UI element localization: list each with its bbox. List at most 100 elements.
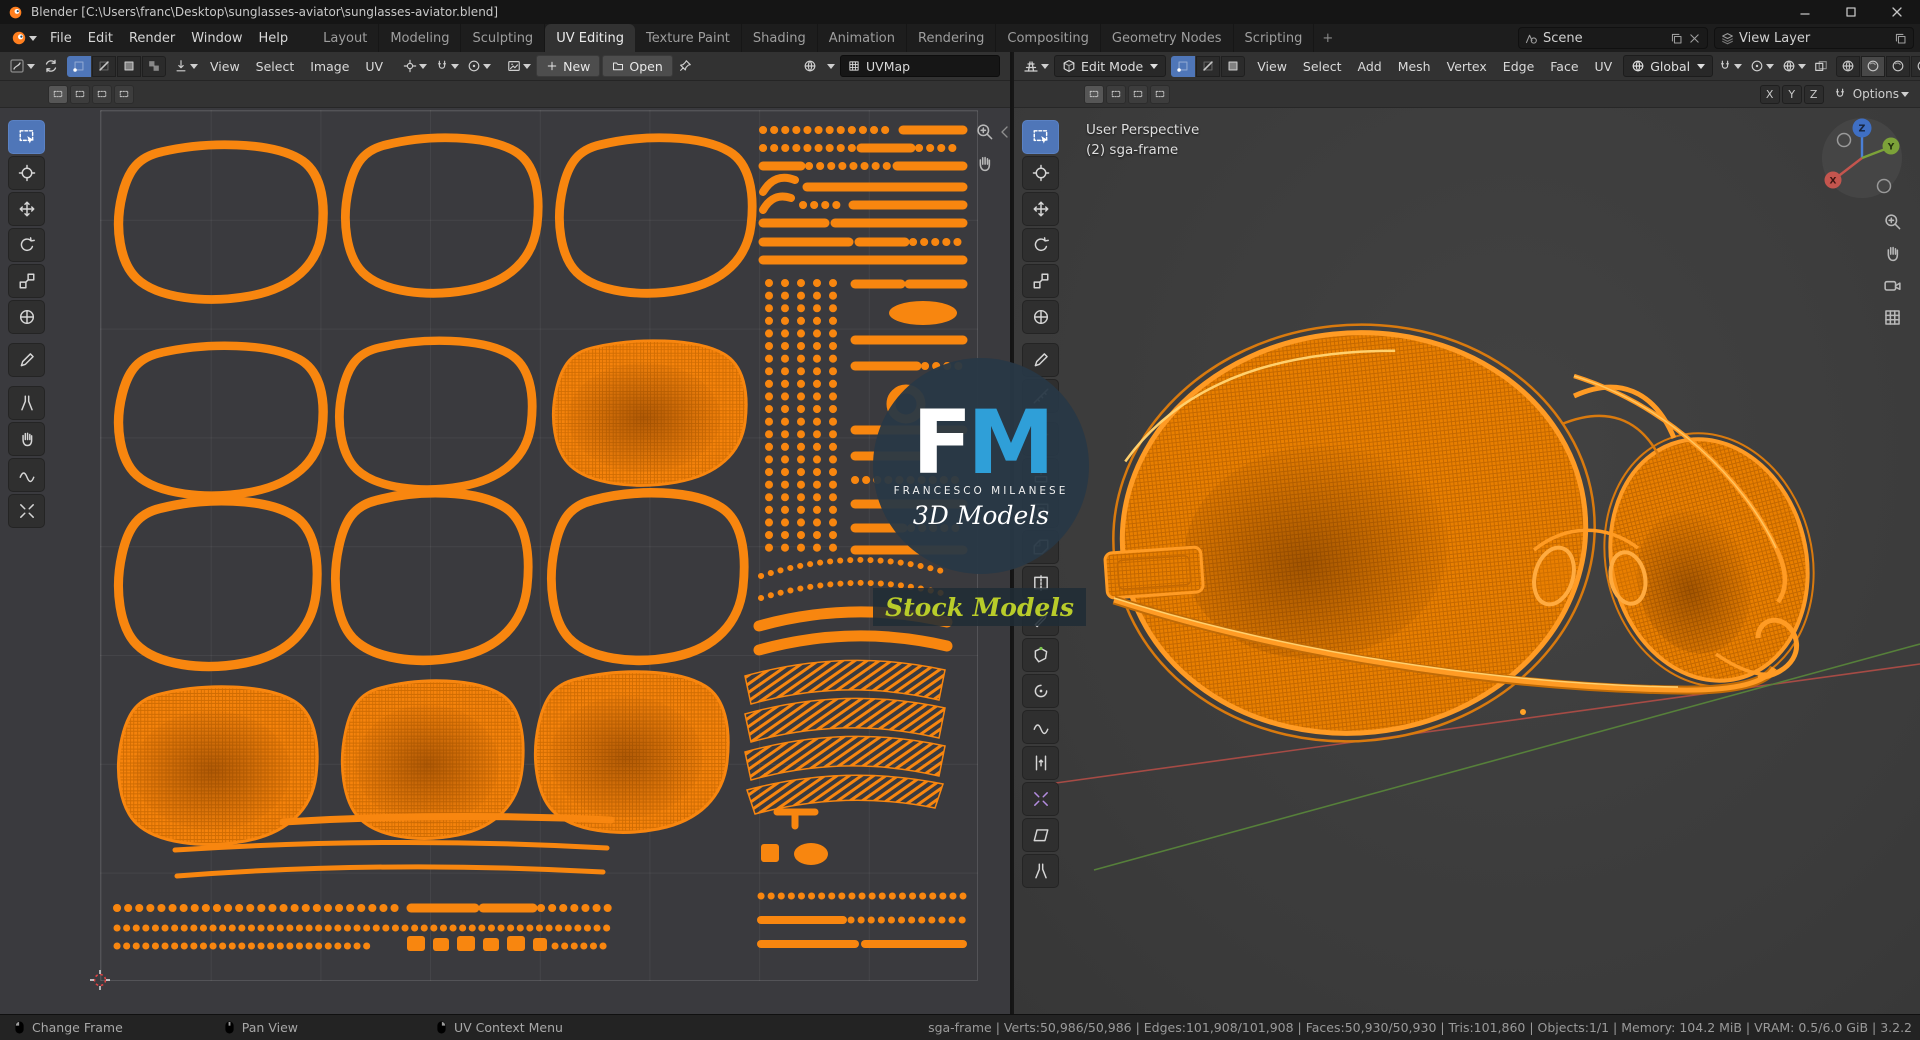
tool-smooth[interactable] — [1022, 710, 1059, 744]
ortho-grid-icon[interactable] — [1883, 308, 1902, 327]
select-mode-extend-button[interactable] — [1106, 84, 1126, 104]
vp-menu-edge[interactable]: Edge — [1496, 55, 1541, 78]
app-menu-button[interactable] — [6, 28, 42, 48]
copy-icon[interactable] — [1894, 32, 1907, 45]
camera-view-icon[interactable] — [1883, 276, 1902, 295]
xray-toggle[interactable] — [1811, 55, 1831, 77]
viewport-canvas[interactable]: User Perspective (2) sga-frame Z X Y — [1014, 108, 1920, 1014]
shading-wireframe[interactable] — [1836, 55, 1861, 77]
uv-select-mode-face[interactable] — [117, 55, 141, 77]
menu-help[interactable]: Help — [251, 26, 297, 51]
tool-move[interactable] — [1022, 192, 1059, 226]
select-mode-extend-button[interactable] — [70, 84, 90, 104]
mirror-z-toggle[interactable]: Z — [1803, 84, 1824, 104]
vp-menu-face[interactable]: Face — [1543, 55, 1585, 78]
tab-rendering[interactable]: Rendering — [907, 24, 997, 52]
zoom-icon[interactable] — [975, 122, 994, 141]
vp-menu-uv[interactable]: UV — [1588, 55, 1620, 78]
snap-toggle[interactable] — [432, 55, 462, 77]
tool-measure[interactable] — [1022, 379, 1059, 413]
add-workspace-button[interactable]: + — [1314, 24, 1341, 52]
tab-texture-paint[interactable]: Texture Paint — [635, 24, 742, 52]
tab-modeling[interactable]: Modeling — [379, 24, 462, 52]
snap-toggle[interactable] — [1715, 55, 1745, 77]
new-image-button[interactable]: New — [536, 55, 601, 77]
vp-menu-vertex[interactable]: Vertex — [1440, 55, 1494, 78]
tab-scripting[interactable]: Scripting — [1234, 24, 1315, 52]
tab-geometry-nodes[interactable]: Geometry Nodes — [1101, 24, 1234, 52]
select-mode-edge[interactable] — [1196, 55, 1221, 77]
tool-transform[interactable] — [8, 300, 45, 334]
tool-rotate[interactable] — [8, 228, 45, 262]
tool-shrink-fatten[interactable] — [1022, 782, 1059, 816]
tool-rip-region[interactable] — [1022, 854, 1059, 888]
close-button[interactable] — [1874, 0, 1920, 24]
shading-material[interactable] — [1886, 55, 1911, 77]
tab-compositing[interactable]: Compositing — [996, 24, 1101, 52]
tool-scale[interactable] — [8, 264, 45, 298]
tab-uv-editing[interactable]: UV Editing — [545, 24, 636, 52]
uv-menu-uv[interactable]: UV — [358, 55, 390, 78]
tool-cursor[interactable] — [8, 156, 45, 190]
tool-edge-slide[interactable] — [1022, 746, 1059, 780]
tool-select-box[interactable] — [1022, 120, 1059, 154]
uv-canvas[interactable] — [0, 108, 1010, 1014]
tool-scale[interactable] — [1022, 264, 1059, 298]
maximize-button[interactable] — [1828, 0, 1874, 24]
select-mode-subtract-button[interactable] — [1128, 84, 1148, 104]
uv-select-mode-vertex[interactable] — [67, 55, 91, 77]
select-mode-intersect-button[interactable] — [114, 84, 134, 104]
tool-annotate[interactable] — [8, 343, 45, 377]
tool-knife[interactable] — [1022, 602, 1059, 636]
tool-transform[interactable] — [1022, 300, 1059, 334]
uv-map-selector[interactable]: UVMap — [840, 55, 1000, 77]
select-mode-set-button[interactable] — [1084, 84, 1104, 104]
tool-inset-faces[interactable] — [1022, 494, 1059, 528]
snap-options-button[interactable] — [1830, 83, 1850, 105]
minimize-button[interactable] — [1782, 0, 1828, 24]
tool-bevel[interactable] — [1022, 530, 1059, 564]
vp-menu-view[interactable]: View — [1250, 55, 1294, 78]
pin-image-button[interactable] — [675, 55, 695, 77]
select-mode-intersect-button[interactable] — [1150, 84, 1170, 104]
tool-shear[interactable] — [1022, 818, 1059, 852]
uv-menu-select[interactable]: Select — [249, 55, 302, 78]
tool-select-box[interactable] — [8, 120, 45, 154]
tab-animation[interactable]: Animation — [818, 24, 907, 52]
overlays-toggle[interactable] — [1779, 55, 1809, 77]
menu-file[interactable]: File — [42, 26, 80, 51]
editor-type-button[interactable] — [6, 55, 38, 77]
tool-pinch[interactable] — [8, 494, 45, 528]
tool-add-cube[interactable] — [1022, 422, 1059, 456]
pan-hand-icon[interactable] — [975, 154, 994, 173]
shading-solid[interactable] — [1861, 55, 1886, 77]
select-mode-vertex[interactable] — [1171, 55, 1196, 77]
scene-selector[interactable]: Scene — [1518, 27, 1708, 49]
tool-rip-region[interactable] — [8, 386, 45, 420]
menu-render[interactable]: Render — [121, 26, 183, 51]
tool-relax[interactable] — [8, 458, 45, 492]
tool-poly-build[interactable] — [1022, 638, 1059, 672]
tab-shading[interactable]: Shading — [742, 24, 818, 52]
copy-icon[interactable] — [1670, 32, 1683, 45]
open-image-button[interactable]: Open — [602, 55, 673, 77]
uv-sync-toggle[interactable] — [40, 55, 62, 77]
tool-loop-cut[interactable] — [1022, 566, 1059, 600]
sidebar-collapse-icon[interactable] — [1000, 126, 1008, 138]
vp-menu-select[interactable]: Select — [1296, 55, 1349, 78]
mode-dropdown[interactable]: Edit Mode — [1054, 55, 1167, 77]
select-mode-set-button[interactable] — [48, 84, 68, 104]
select-mode-subtract-button[interactable] — [92, 84, 112, 104]
proportional-edit-toggle[interactable] — [464, 55, 494, 77]
proportional-edit-toggle[interactable] — [1747, 55, 1777, 77]
tool-rotate[interactable] — [1022, 228, 1059, 262]
options-dropdown[interactable]: Options — [1850, 83, 1912, 105]
shading-rendered[interactable] — [1911, 55, 1920, 77]
image-browse-dropdown[interactable] — [504, 55, 534, 77]
mirror-x-toggle[interactable]: X — [1759, 84, 1780, 104]
tool-move[interactable] — [8, 192, 45, 226]
tool-annotate[interactable] — [1022, 343, 1059, 377]
tab-layout[interactable]: Layout — [312, 24, 380, 52]
tool-cursor[interactable] — [1022, 156, 1059, 190]
navigation-gizmo[interactable]: Z X Y — [1820, 116, 1904, 200]
